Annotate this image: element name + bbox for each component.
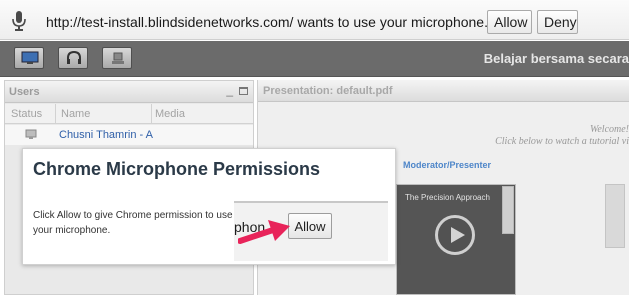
microphone-icon bbox=[12, 11, 26, 31]
play-icon[interactable] bbox=[435, 215, 475, 255]
minimize-icon[interactable]: _ bbox=[226, 83, 233, 97]
pointer-arrow-icon bbox=[238, 220, 290, 244]
app-toolbar: Belajar bersama secara bbox=[0, 41, 629, 77]
permissions-dialog: Chrome Microphone Permissions Click Allo… bbox=[22, 148, 396, 265]
permission-infobar: http://test-install.blindsidenetworks.co… bbox=[0, 0, 629, 40]
presentation-title: Presentation: default.pdf bbox=[263, 85, 393, 97]
column-name[interactable]: Name bbox=[61, 108, 90, 120]
presentation-header: Presentation: default.pdf bbox=[258, 80, 629, 102]
allow-button[interactable]: Allow bbox=[487, 10, 532, 34]
desktop-icon bbox=[21, 51, 39, 64]
app-title: Belajar bersama secara bbox=[483, 51, 629, 66]
dialog-body: Click Allow to give Chrome permission to… bbox=[33, 210, 233, 236]
column-media[interactable]: Media bbox=[155, 108, 185, 120]
share-desktop-button[interactable] bbox=[14, 47, 44, 69]
users-table-header: Status Name Media bbox=[5, 104, 253, 124]
welcome-subtext: Click below to watch a tutorial vi bbox=[495, 136, 629, 147]
webcam-icon bbox=[112, 52, 124, 64]
column-status[interactable]: Status bbox=[11, 108, 42, 120]
slide-thumbnail bbox=[502, 186, 514, 234]
zoomed-infobar-inset: phon Allow bbox=[234, 201, 388, 261]
infobar-message: http://test-install.blindsidenetworks.co… bbox=[46, 14, 488, 30]
welcome-text: Welcome! Click below to watch a tutorial… bbox=[329, 124, 629, 148]
share-webcam-button[interactable] bbox=[102, 47, 132, 69]
users-panel-title: Users bbox=[9, 86, 40, 98]
user-status-icon bbox=[25, 129, 37, 139]
headset-icon bbox=[67, 51, 81, 64]
video-title: The Precision Approach bbox=[405, 193, 490, 202]
tutorial-video[interactable]: The Precision Approach bbox=[396, 184, 516, 295]
user-name[interactable]: Chusni Thamrin - A bbox=[59, 129, 153, 141]
table-row[interactable]: Chusni Thamrin - A bbox=[5, 125, 253, 145]
inset-allow-button: Allow bbox=[288, 213, 332, 239]
dialog-title: Chrome Microphone Permissions bbox=[33, 159, 321, 179]
users-panel-header: Users _ bbox=[5, 81, 253, 103]
maximize-icon[interactable] bbox=[239, 87, 248, 95]
side-thumbnail bbox=[605, 184, 625, 248]
deny-button[interactable]: Deny bbox=[537, 10, 578, 34]
welcome-heading: Welcome! bbox=[589, 124, 629, 135]
join-audio-button[interactable] bbox=[58, 47, 88, 69]
role-label[interactable]: Moderator/Presenter bbox=[403, 160, 491, 170]
